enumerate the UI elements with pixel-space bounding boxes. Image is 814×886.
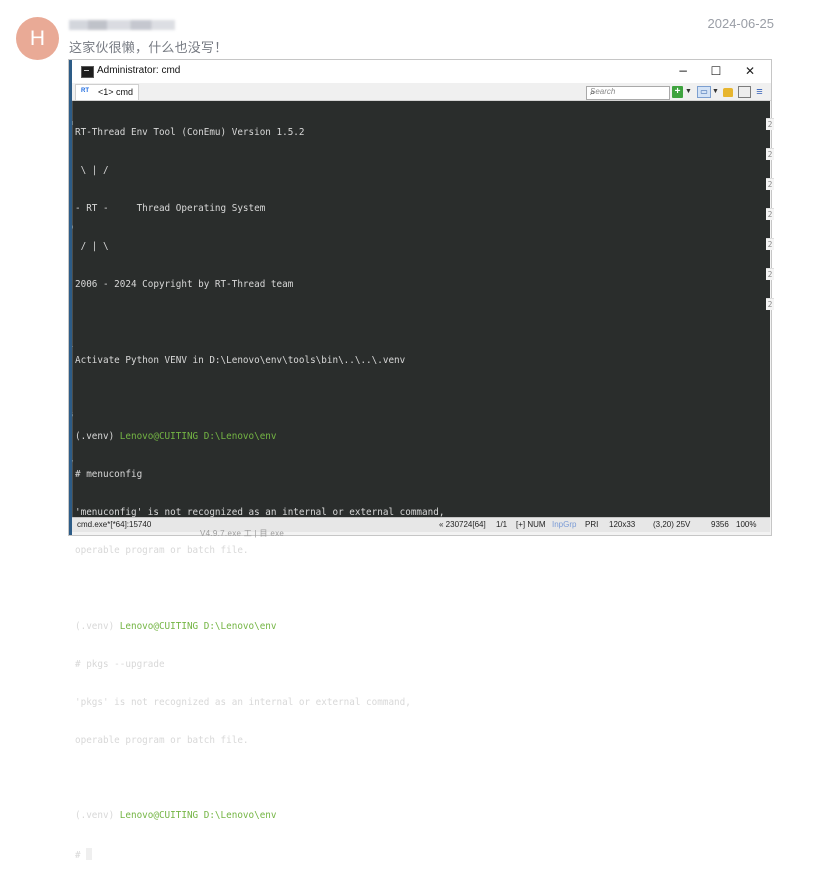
chevron-down-icon[interactable]: ▼ — [685, 86, 692, 98]
background-edge-glyph: 2 — [766, 148, 774, 160]
terminal-line: RT-Thread Env Tool (ConEmu) Version 1.5.… — [75, 127, 305, 139]
background-edge-glyph: 2 — [766, 178, 774, 190]
terminal-output[interactable]: RT-Thread Env Tool (ConEmu) Version 1.5.… — [69, 101, 770, 861]
tab-label: <1> cmd — [98, 87, 134, 97]
search-input[interactable]: Search ⌕ — [586, 86, 670, 100]
terminal-prompt-line: (.venv) Lenovo@CUITING D:\Lenovo\env — [75, 621, 444, 634]
chevron-down-icon[interactable]: ▼ — [712, 86, 719, 98]
window-icon[interactable] — [738, 86, 751, 98]
terminal-line: 2006 - 2024 Copyright by RT-Thread team — [75, 279, 294, 291]
status-mode[interactable]: [+] NUM — [516, 518, 546, 531]
screenshot-window: Administrator: cmd − ☐ ✕ RT <1> cmd Sear… — [69, 60, 771, 861]
status-pid: 9356 — [711, 520, 729, 529]
status-process: cmd.exe*[*64]:15740 — [77, 520, 152, 529]
background-edge-glyph: 2 — [766, 268, 774, 280]
terminal-lines: RT-Thread Env Tool (ConEmu) Version 1.5.… — [75, 102, 444, 886]
text-cursor — [86, 848, 93, 861]
background-edge-glyph: 2 — [766, 208, 774, 220]
venv-label: (.venv) — [75, 620, 120, 632]
comment-text: 这家伙很懒，什么也没写！ — [69, 41, 228, 56]
minimize-button[interactable]: − — [671, 63, 695, 79]
terminal-command: # menuconfig — [75, 468, 143, 480]
title-bar[interactable]: Administrator: cmd − ☐ ✕ — [69, 60, 771, 83]
terminal-input-line[interactable]: # — [75, 848, 444, 861]
status-zoom: 100% — [736, 520, 757, 529]
venv-label: (.venv) — [75, 810, 120, 822]
status-page: 1/1 — [496, 520, 508, 529]
terminal-line: operable program or batch file. — [75, 734, 249, 746]
status-pri: PRI — [585, 520, 599, 529]
prompt-path: Lenovo@CUITING D:\Lenovo\env — [119, 620, 277, 632]
background-edge-glyph: 2 — [766, 118, 774, 130]
prompt-path: Lenovo@CUITING D:\Lenovo\env — [119, 810, 277, 822]
close-button[interactable]: ✕ — [738, 63, 762, 79]
tab-cmd[interactable]: RT <1> cmd — [75, 84, 139, 100]
maximize-button[interactable]: ☐ — [704, 63, 728, 79]
terminal-line: - RT - Thread Operating System — [75, 203, 266, 215]
prompt-path: Lenovo@CUITING D:\Lenovo\env — [119, 430, 277, 442]
terminal-line: Activate Python VENV in D:\Lenovo\env\to… — [75, 355, 406, 367]
avatar[interactable]: H — [16, 17, 59, 60]
terminal-line: 'pkgs' is not recognized as an internal … — [75, 696, 411, 708]
background-edge-glyph: 2 — [766, 298, 774, 310]
status-size: 120x33 — [609, 520, 636, 529]
terminal-prompt-line: (.venv) Lenovo@CUITING D:\Lenovo\env — [75, 431, 444, 444]
rt-icon: RT — [81, 88, 89, 94]
terminal-line: / | \ — [75, 241, 109, 253]
terminal-line: operable program or batch file. — [75, 544, 249, 556]
window-left-accent — [69, 60, 72, 535]
status-inpgrp[interactable]: InpGrp — [552, 518, 576, 531]
terminal-line: \ | / — [75, 165, 109, 177]
new-console-icon[interactable]: + — [672, 86, 683, 98]
hamburger-icon[interactable]: ≡ — [754, 86, 765, 98]
prompt-hash: # — [75, 850, 87, 862]
lock-icon[interactable] — [723, 88, 733, 97]
view-icon[interactable]: ▭ — [697, 86, 711, 98]
console-icon — [81, 66, 94, 78]
background-edge-glyph: 2 — [766, 238, 774, 250]
terminal-prompt-line: (.venv) Lenovo@CUITING D:\Lenovo\env — [75, 810, 444, 823]
comment-date: 2024-06-25 — [707, 16, 775, 31]
underlying-window-text: V4.9.7.exe 工 | 目 exe — [200, 529, 285, 538]
blurred-username — [69, 20, 175, 30]
tab-bar: RT <1> cmd Search ⌕ + ▼ ▭ ▼ ≡ — [69, 83, 771, 101]
terminal-command: # pkgs --upgrade — [75, 658, 165, 670]
status-position: « 230724[64] — [439, 520, 486, 529]
status-bar: cmd.exe*[*64]:15740 « 230724[64] 1/1 [+]… — [69, 517, 770, 532]
window-title: Administrator: cmd — [97, 65, 181, 76]
venv-label: (.venv) — [75, 430, 120, 442]
search-icon[interactable]: ⌕ — [590, 87, 667, 98]
status-cursor: (3,20) 25V — [653, 520, 691, 529]
